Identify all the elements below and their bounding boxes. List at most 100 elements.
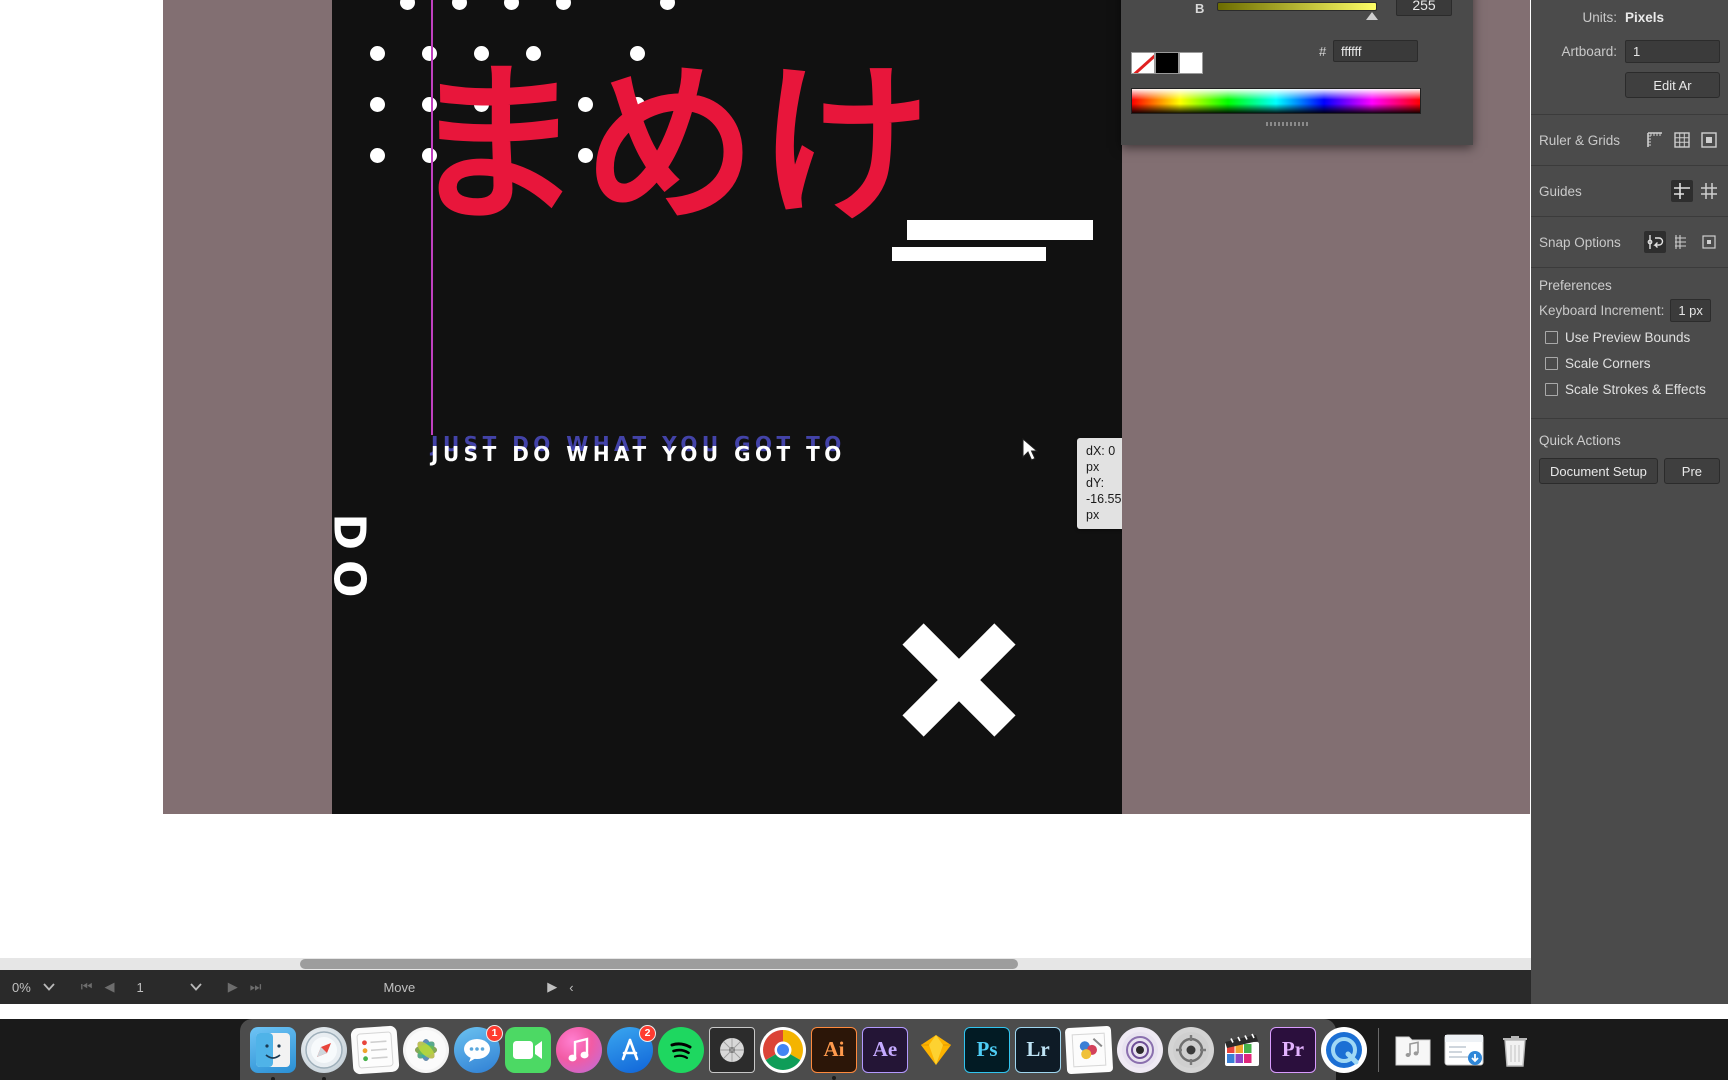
units-row: Units: Pixels <box>1531 0 1728 34</box>
measurement-tooltip: dX: 0 px dY: -16.55 px <box>1077 438 1122 529</box>
lightroom-label: Lr <box>1026 1037 1050 1061</box>
dock-item-preview[interactable] <box>1064 1025 1114 1074</box>
sub-headline-text[interactable]: JUST DO WHAT YOU GOT TO <box>431 442 846 466</box>
decorative-bar <box>907 220 1093 240</box>
preferences-button[interactable]: Pre <box>1663 458 1720 484</box>
guides-row: Guides <box>1531 166 1728 216</box>
next-artboard-button[interactable]: ▶ <box>222 970 244 1004</box>
use-preview-bounds-row[interactable]: Use Preview Bounds <box>1531 324 1728 350</box>
dock-item-compressor[interactable] <box>1168 1026 1214 1073</box>
use-preview-bounds-label: Use Preview Bounds <box>1565 329 1691 345</box>
quick-actions-section: Quick Actions <box>1531 419 1728 452</box>
dock-stack-music-folder[interactable] <box>1390 1027 1436 1073</box>
use-preview-bounds-checkbox[interactable] <box>1545 330 1558 344</box>
status-collapse-button[interactable]: ‹ <box>563 970 579 1004</box>
quick-actions-row: Document Setup Pre <box>1531 452 1728 490</box>
dock-item-messages[interactable]: 1 <box>454 1024 503 1073</box>
color-swatch-group[interactable] <box>1131 52 1203 74</box>
quick-actions-title: Quick Actions <box>1539 433 1621 448</box>
pixel-grid-icon[interactable] <box>1698 129 1720 151</box>
status-bar: 0% ⏮ ◀ 1 ▶ ⏭ Move ▶ ‹ <box>0 970 1531 1004</box>
dock-item-trash[interactable] <box>1492 1027 1538 1073</box>
snap-to-pixel-icon[interactable] <box>1698 231 1720 253</box>
edit-artboards-row: Edit Ar <box>1531 68 1728 102</box>
dock-item-activity-monitor[interactable] <box>709 1026 755 1073</box>
grid-dot <box>660 0 675 10</box>
messages-badge: 1 <box>486 1024 503 1042</box>
japanese-headline[interactable]: まめけ <box>410 60 932 232</box>
zoom-dropdown-icon[interactable] <box>37 970 61 1004</box>
grid-dot <box>370 97 385 112</box>
dock-item-reminders[interactable] <box>350 1024 400 1075</box>
units-label: Units: <box>1582 9 1617 25</box>
dock-item-adobe-illustrator[interactable]: Ai <box>811 1026 857 1080</box>
dock-item-photos[interactable] <box>403 1026 449 1073</box>
brightness-slider-thumb[interactable] <box>1366 12 1378 20</box>
vertical-guide[interactable] <box>431 0 433 435</box>
artboard-label: Artboard: <box>1561 43 1617 59</box>
dock-item-itunes[interactable] <box>556 1026 602 1073</box>
running-indicator <box>322 1076 326 1080</box>
hex-hash-label: # <box>1319 44 1327 59</box>
black-swatch[interactable] <box>1155 52 1179 74</box>
scale-corners-checkbox[interactable] <box>1545 356 1558 370</box>
show-guides-icon[interactable] <box>1671 180 1693 202</box>
previous-artboard-button[interactable]: ◀ <box>99 970 121 1004</box>
white-swatch[interactable] <box>1179 52 1203 74</box>
none-swatch[interactable] <box>1131 52 1155 74</box>
scale-strokes-effects-checkbox[interactable] <box>1545 382 1558 396</box>
scale-strokes-effects-row[interactable]: Scale Strokes & Effects <box>1531 376 1728 402</box>
decorative-bar <box>892 247 1046 261</box>
dock-item-quicktime-player[interactable] <box>1321 1026 1367 1080</box>
dock-item-adobe-lightroom[interactable]: Lr <box>1015 1026 1061 1073</box>
dock-stack-downloads-folder[interactable] <box>1441 1027 1487 1073</box>
last-artboard-button[interactable]: ⏭ <box>244 970 268 1004</box>
first-artboard-button[interactable]: ⏮ <box>75 970 99 1004</box>
dock-item-google-chrome[interactable] <box>760 1026 806 1073</box>
dock-item-facetime[interactable] <box>505 1026 551 1073</box>
dock-item-logic-pro[interactable] <box>1117 1026 1163 1073</box>
dock-item-safari[interactable] <box>301 1026 347 1080</box>
dock-item-sketch[interactable] <box>913 1027 959 1073</box>
units-value[interactable]: Pixels <box>1625 10 1664 25</box>
dock-item-adobe-photoshop[interactable]: Ps <box>964 1026 1010 1073</box>
grid-icon[interactable] <box>1671 129 1693 151</box>
screen: まめけ JUST DO WHAT YOU GOT TO JUST DO WHAT… <box>0 0 1728 1080</box>
brightness-slider[interactable] <box>1217 2 1377 11</box>
artboard-dropdown-icon[interactable] <box>184 970 208 1004</box>
snap-to-grid-icon[interactable] <box>1671 231 1693 253</box>
document-setup-button[interactable]: Document Setup <box>1539 458 1658 484</box>
horizontal-scrollbar-thumb[interactable] <box>300 959 1018 969</box>
hex-value-input[interactable]: ffffff <box>1333 40 1418 62</box>
keyboard-increment-input[interactable]: 1 px <box>1670 299 1711 322</box>
illustrator-window: まめけ JUST DO WHAT YOU GOT TO JUST DO WHAT… <box>0 0 1531 1004</box>
status-play-button[interactable]: ▶ <box>541 970 563 1004</box>
running-indicator <box>832 1075 836 1080</box>
brightness-value-input[interactable]: 255 <box>1396 0 1452 16</box>
dock-item-app-store[interactable]: 2 <box>607 1024 656 1073</box>
smart-guides-icon[interactable] <box>1644 231 1666 253</box>
keyboard-increment-label: Keyboard Increment: <box>1539 303 1665 318</box>
color-spectrum-ramp[interactable] <box>1131 88 1421 114</box>
dock-divider <box>1378 1027 1379 1072</box>
dock-item-spotify[interactable] <box>658 1026 704 1073</box>
grid-dot <box>556 0 571 10</box>
artboard[interactable]: まめけ JUST DO WHAT YOU GOT TO JUST DO WHAT… <box>332 0 1122 814</box>
artboard-input[interactable]: 1 <box>1625 39 1720 63</box>
color-panel[interactable]: B 255 # ffffff <box>1121 0 1473 145</box>
zoom-level-value[interactable]: 0% <box>6 970 37 1004</box>
panel-resize-grip[interactable] <box>1266 122 1308 126</box>
dock-item-finder[interactable] <box>250 1026 296 1080</box>
snap-options-icons <box>1644 231 1720 253</box>
current-tool-label[interactable]: Move <box>377 970 421 1004</box>
dock-item-adobe-after-effects[interactable]: Ae <box>862 1026 908 1073</box>
scale-corners-label: Scale Corners <box>1565 355 1651 371</box>
dock-item-adobe-premiere-pro[interactable]: Pr <box>1270 1026 1316 1073</box>
ruler-icon[interactable] <box>1644 129 1666 151</box>
scale-corners-row[interactable]: Scale Corners <box>1531 350 1728 376</box>
dock-item-final-cut-pro[interactable] <box>1219 1027 1265 1073</box>
lock-guides-icon[interactable] <box>1698 180 1720 202</box>
artboard-number-input[interactable]: 1 <box>131 970 150 1004</box>
edit-artboards-button[interactable]: Edit Ar <box>1625 72 1720 98</box>
running-indicator <box>271 1076 275 1080</box>
